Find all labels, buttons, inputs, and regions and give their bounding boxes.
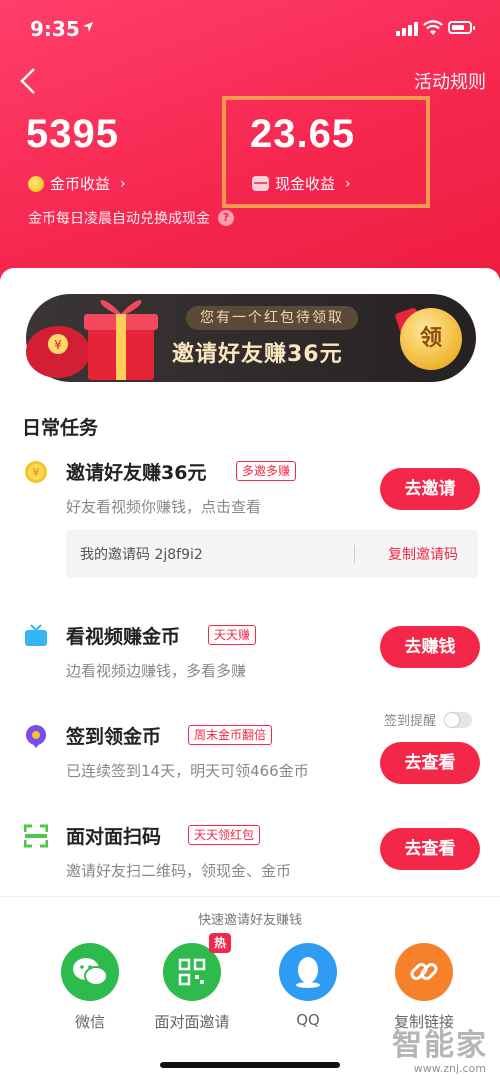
gift-box-icon: ¥ [26,300,158,380]
status-bar: 9:35 [0,0,500,56]
task-title: 看视频赚金币 [66,626,181,648]
banner-subtitle: 您有一个红包待领取 [186,306,358,330]
divider [354,545,355,563]
claim-button[interactable]: 领 [400,308,462,370]
invite-code-box: 我的邀请码 2j8f9i2 复制邀请码 [66,530,478,578]
location-arrow-icon [83,22,93,32]
scan-view-button[interactable]: 去查看 [380,828,480,870]
share-label: 微信 [74,1013,105,1031]
checkin-reminder: 签到提醒 [384,710,473,729]
task-title: 签到领金币 [66,726,162,748]
exchange-note-text: 金币每日凌晨自动兑换成现金 [28,211,210,227]
exchange-note: 金币每日凌晨自动兑换成现金 ? [28,208,234,228]
svg-text:¥: ¥ [54,338,62,352]
task-desc: 邀请好友扫二维码，领现金、金币 [66,862,292,880]
scan-icon [24,824,48,848]
wechat-icon [61,943,119,1001]
watermark-url: www.znj.com [413,1062,486,1075]
coin-icon [28,175,44,192]
coin-icon: ¥ [25,461,47,483]
invite-banner[interactable]: ¥ 您有一个红包待领取 邀请好友赚36元 领 [26,294,476,382]
help-icon[interactable]: ? [218,210,234,226]
signal-icon [396,22,418,36]
invite-button[interactable]: 去邀请 [380,468,480,510]
task-desc: 已连续签到14天，明天可领466金币 [66,762,309,780]
svg-text:¥: ¥ [33,466,40,479]
coin-earnings-link[interactable]: 金币收益 › [28,173,126,194]
share-face-to-face[interactable]: 热 面对面邀请 [142,933,242,1032]
copy-invite-code-button[interactable]: 复制邀请码 [388,544,458,564]
share-title: 快速邀请好友赚钱 [197,913,302,928]
task-tag: 周末金币翻倍 [188,725,273,745]
coin-balance: 5395 [26,112,119,156]
home-indicator [160,1062,340,1068]
back-arrow-icon[interactable] [16,66,40,96]
qq-icon [279,943,337,1001]
check-in-view-button[interactable]: 去查看 [380,742,480,784]
task-tag: 天天赚 [208,625,257,645]
task-tag: 天天领红包 [188,825,261,845]
task-card: ¥ 您有一个红包待领取 邀请好友赚36元 领 日常任务 ¥ 邀请好友赚36元 多… [0,268,500,908]
reminder-label: 签到提醒 [384,714,437,729]
activity-rules-link[interactable]: 活动规则 [414,68,486,94]
share-qq[interactable]: QQ [258,943,358,1029]
task-title: 面对面扫码 [66,826,162,848]
status-time: 9:35 [30,17,80,41]
task-desc: 好友看视频你赚钱，点击查看 [66,498,262,516]
reminder-toggle[interactable] [444,711,473,728]
qr-code-icon: 热 [163,933,231,1001]
share-label: 面对面邀请 [154,1013,230,1031]
battery-icon [448,21,475,34]
task-tag: 多邀多赚 [236,461,297,481]
task-desc: 边看视频边赚钱，多看多赚 [66,662,247,680]
chevron-right-icon: › [120,175,126,192]
wifi-icon [423,20,443,35]
earn-money-button[interactable]: 去赚钱 [380,626,480,668]
share-wechat[interactable]: 微信 [40,943,140,1032]
link-icon [395,943,453,1001]
header: 9:35 活动规则 5395 23.65 金币收益 › 现金收益 › 金币每日凌… [0,0,500,300]
banner-title: 邀请好友赚36元 [172,342,343,367]
location-pin-icon [26,725,46,748]
cash-highlight-box [222,96,430,208]
coin-earnings-label: 金币收益 [50,175,111,193]
watermark: 智能家 [392,1028,488,1063]
hot-badge: 热 [209,933,231,953]
share-label: QQ [296,1011,320,1029]
section-title: 日常任务 [22,417,99,439]
tv-icon [25,624,47,646]
task-title: 邀请好友赚36元 [66,462,207,484]
invite-code: 我的邀请码 2j8f9i2 [80,547,203,563]
share-copy-link[interactable]: 复制链接 [374,943,474,1032]
